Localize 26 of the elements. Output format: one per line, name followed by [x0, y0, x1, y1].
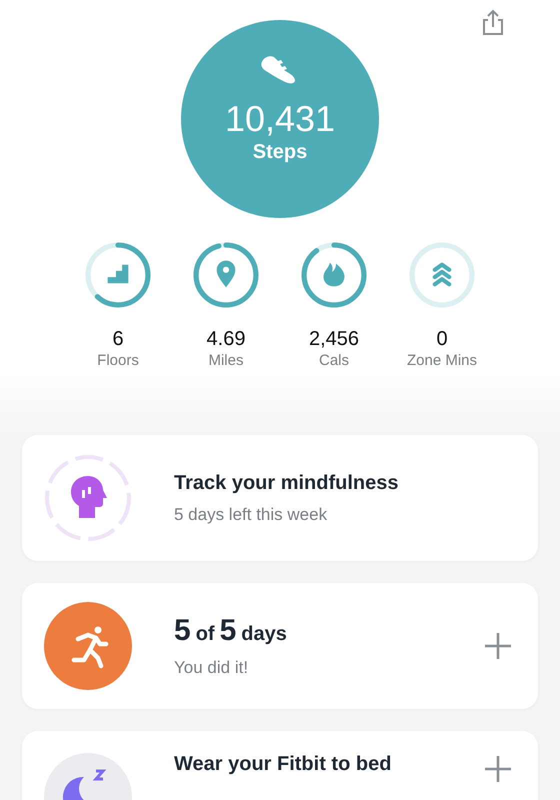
stat-label: Cals [318, 351, 349, 371]
stat-label: Floors [97, 351, 139, 371]
goal-card[interactable]: Wear your Fitbit to bed [22, 731, 538, 800]
stat-label: Zone Mins [406, 351, 478, 371]
stat-value: 6 [112, 327, 124, 351]
card-title: 5 of 5 days [174, 614, 288, 648]
steps-value: 10,431 [224, 98, 336, 140]
card-title: Wear your Fitbit to bed [174, 753, 392, 776]
stat-value: 2,456 [308, 327, 360, 351]
card-subtitle: You did it! [174, 658, 250, 678]
add-button[interactable] [482, 753, 514, 785]
progress-ring[interactable] [194, 242, 258, 308]
goal-card[interactable]: 5 of 5 days You did it! [22, 583, 538, 709]
flame-icon [324, 262, 344, 286]
card-title: Track your mindfulness [174, 472, 400, 494]
goal-card[interactable]: Track your mindfulness 5 days left this week [22, 435, 538, 561]
head-icon [71, 476, 107, 518]
stat-label: Miles [208, 351, 244, 371]
add-button[interactable] [482, 630, 514, 662]
stat-value: 0 [436, 327, 448, 351]
steps-label: Steps [252, 140, 308, 164]
card-subtitle: 5 days left this week [174, 504, 328, 524]
location-pin-icon [216, 260, 236, 288]
chevrons-icon [432, 262, 452, 286]
stat-value: 4.69 [206, 327, 246, 351]
stairs-icon [108, 264, 128, 284]
